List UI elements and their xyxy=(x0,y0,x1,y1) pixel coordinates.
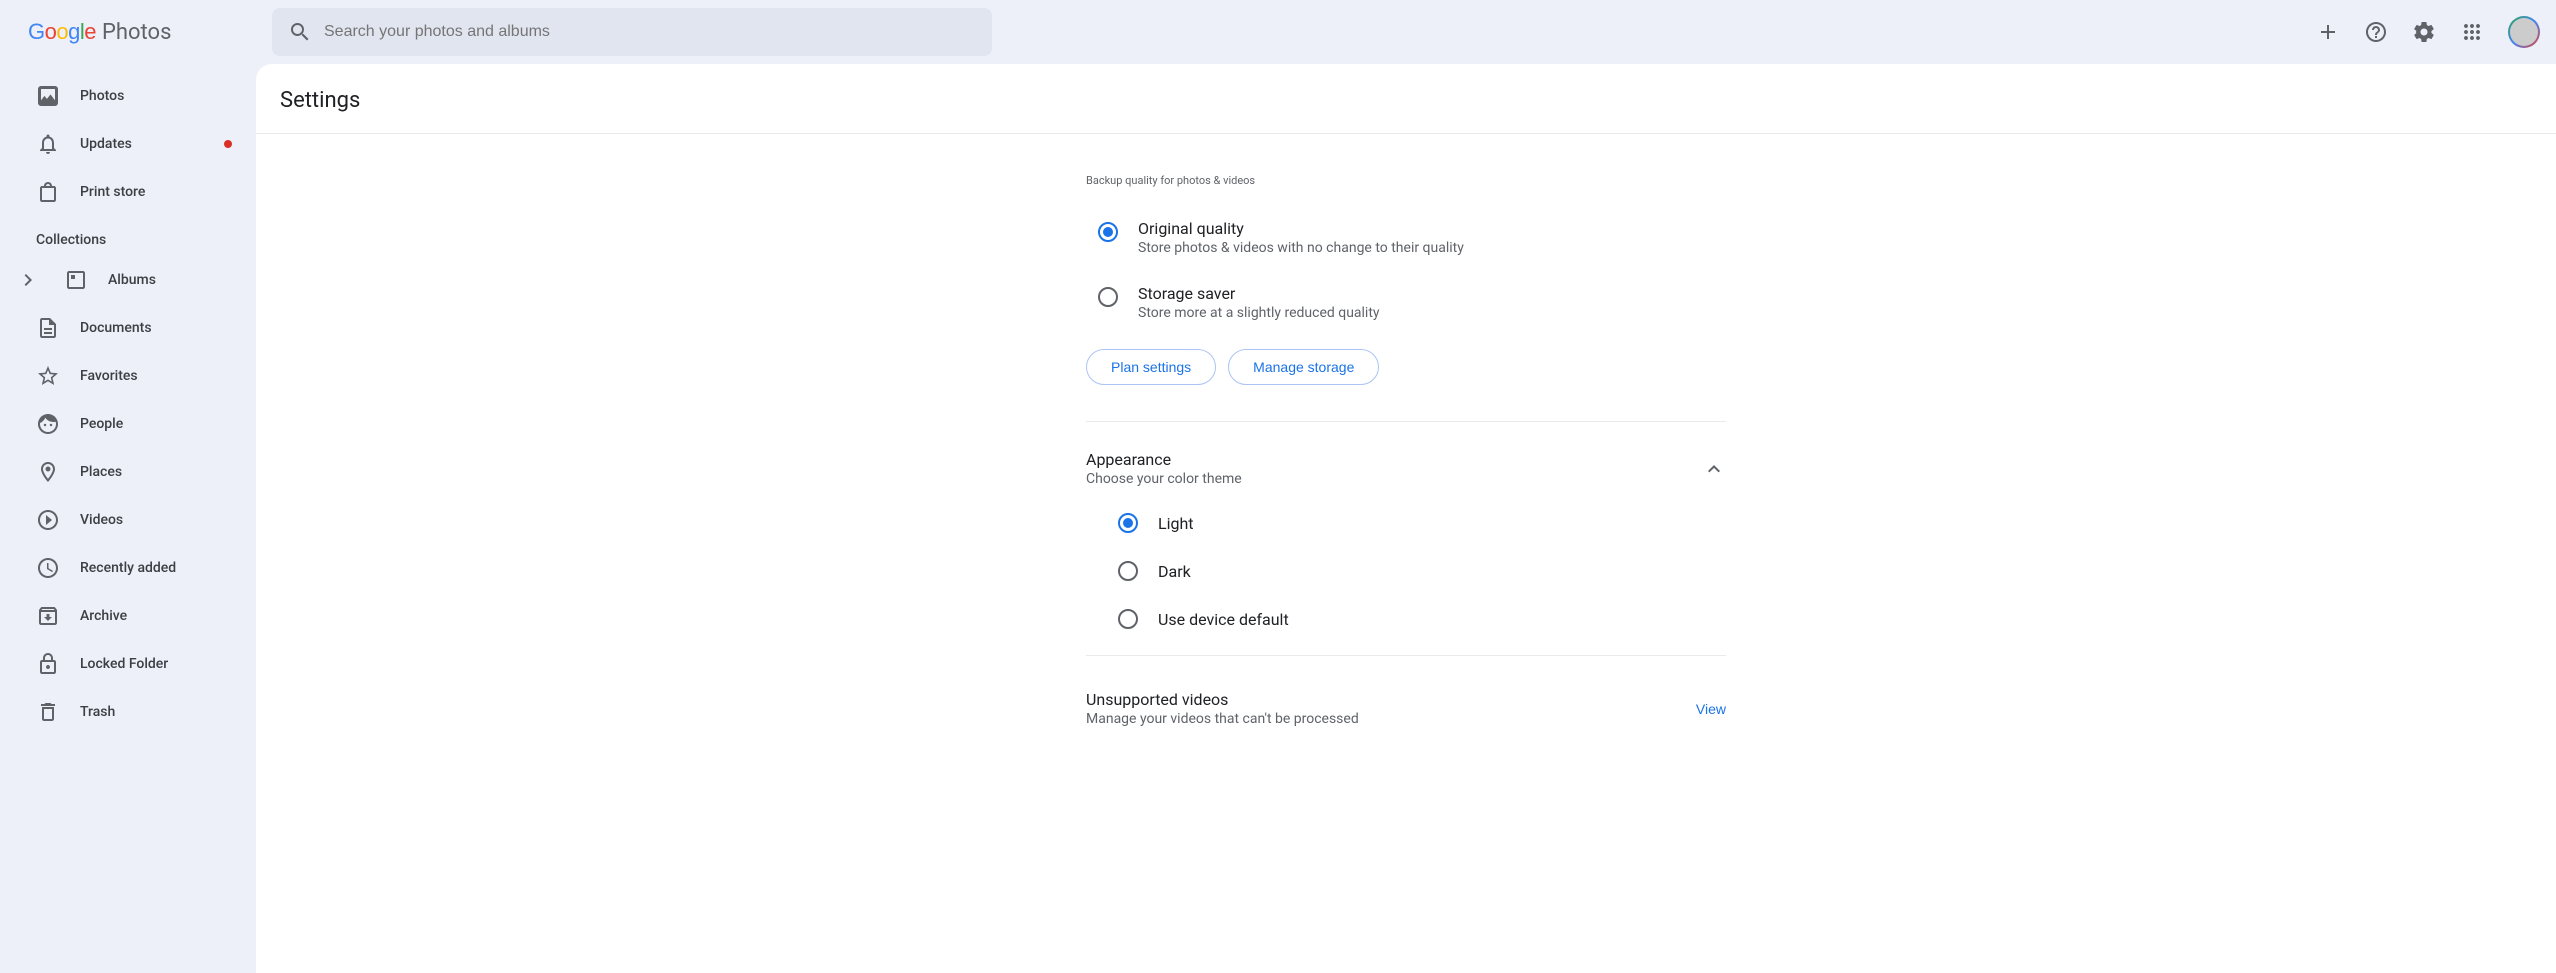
apps-icon xyxy=(2460,20,2484,44)
appearance-subtitle: Choose your color theme xyxy=(1086,471,1242,487)
radio-icon xyxy=(1098,287,1118,307)
lock-icon xyxy=(36,652,60,676)
search-input[interactable] xyxy=(272,8,992,56)
manage-storage-button[interactable]: Manage storage xyxy=(1228,349,1379,385)
radio-icon xyxy=(1118,513,1138,533)
divider xyxy=(1086,421,1726,422)
radio-icon xyxy=(1098,222,1118,242)
google-logo: Google xyxy=(28,19,96,45)
updates-badge xyxy=(224,140,232,148)
radio-icon xyxy=(1118,561,1138,581)
nav-label: Documents xyxy=(80,320,152,336)
appearance-title: Appearance xyxy=(1086,450,1242,469)
nav-label: Print store xyxy=(80,184,145,200)
radio-light[interactable]: Light xyxy=(1086,499,1726,547)
document-icon xyxy=(36,316,60,340)
radio-sublabel: Store more at a slightly reduced quality xyxy=(1138,305,1380,321)
nav-recently-added[interactable]: Recently added xyxy=(0,544,256,592)
radio-label: Original quality xyxy=(1138,219,1464,238)
radio-icon xyxy=(1118,609,1138,629)
nav-locked-folder[interactable]: Locked Folder xyxy=(0,640,256,688)
settings-button[interactable] xyxy=(2404,12,2444,52)
unsupported-subtitle: Manage your videos that can't be process… xyxy=(1086,711,1359,727)
star-icon xyxy=(36,364,60,388)
radio-label: Use device default xyxy=(1158,610,1289,629)
nav-label: Albums xyxy=(108,272,156,288)
page-title: Settings xyxy=(280,88,2532,113)
radio-dark[interactable]: Dark xyxy=(1086,547,1726,595)
nav-documents[interactable]: Documents xyxy=(0,304,256,352)
nav-favorites[interactable]: Favorites xyxy=(0,352,256,400)
help-button[interactable] xyxy=(2356,12,2396,52)
radio-label: Dark xyxy=(1158,562,1191,581)
nav-places[interactable]: Places xyxy=(0,448,256,496)
nav-label: Trash xyxy=(80,704,115,720)
help-icon xyxy=(2364,20,2388,44)
chevron-right-icon xyxy=(16,268,40,292)
play-icon xyxy=(36,508,60,532)
appearance-header[interactable]: Appearance Choose your color theme xyxy=(1086,442,1726,499)
nav-print-store[interactable]: Print store xyxy=(0,168,256,216)
backup-section-title: Backup quality for photos & videos xyxy=(1086,174,1726,187)
nav-updates[interactable]: Updates xyxy=(0,120,256,168)
nav-label: Recently added xyxy=(80,560,176,576)
chevron-up-icon xyxy=(1702,457,1726,481)
nav-archive[interactable]: Archive xyxy=(0,592,256,640)
clock-icon xyxy=(36,556,60,580)
view-unsupported-button[interactable]: View xyxy=(1696,701,1726,717)
radio-label: Storage saver xyxy=(1138,284,1380,303)
nav-label: Videos xyxy=(80,512,123,528)
archive-icon xyxy=(36,604,60,628)
album-icon xyxy=(64,268,88,292)
nav-videos[interactable]: Videos xyxy=(0,496,256,544)
product-name: Photos xyxy=(102,20,171,45)
plus-icon xyxy=(2316,20,2340,44)
nav-label: Locked Folder xyxy=(80,656,168,672)
create-button[interactable] xyxy=(2308,12,2348,52)
nav-label: People xyxy=(80,416,123,432)
bell-icon xyxy=(36,132,60,156)
gear-icon xyxy=(2412,20,2436,44)
nav-label: Places xyxy=(80,464,122,480)
radio-label: Light xyxy=(1158,514,1194,533)
radio-device-default[interactable]: Use device default xyxy=(1086,595,1726,643)
sidebar-section-title: Collections xyxy=(0,216,256,256)
nav-label: Archive xyxy=(80,608,127,624)
image-icon xyxy=(36,84,60,108)
nav-photos[interactable]: Photos xyxy=(0,72,256,120)
nav-label: Favorites xyxy=(80,368,138,384)
nav-label: Updates xyxy=(80,136,132,152)
account-avatar[interactable] xyxy=(2508,16,2540,48)
sidebar: Photos Updates Print store Collections A… xyxy=(0,64,256,973)
nav-label: Photos xyxy=(80,88,124,104)
radio-storage-saver[interactable]: Storage saver Store more at a slightly r… xyxy=(1086,276,1726,341)
face-icon xyxy=(36,412,60,436)
nav-people[interactable]: People xyxy=(0,400,256,448)
radio-sublabel: Store photos & videos with no change to … xyxy=(1138,240,1464,256)
nav-trash[interactable]: Trash xyxy=(0,688,256,736)
divider xyxy=(1086,655,1726,656)
radio-original-quality[interactable]: Original quality Store photos & videos w… xyxy=(1086,211,1726,276)
nav-albums[interactable]: Albums xyxy=(0,256,256,304)
pin-icon xyxy=(36,460,60,484)
trash-icon xyxy=(36,700,60,724)
bag-icon xyxy=(36,180,60,204)
search-icon xyxy=(288,20,312,44)
plan-settings-button[interactable]: Plan settings xyxy=(1086,349,1216,385)
unsupported-title: Unsupported videos xyxy=(1086,690,1359,709)
apps-button[interactable] xyxy=(2452,12,2492,52)
logo[interactable]: Google Photos xyxy=(16,19,256,45)
